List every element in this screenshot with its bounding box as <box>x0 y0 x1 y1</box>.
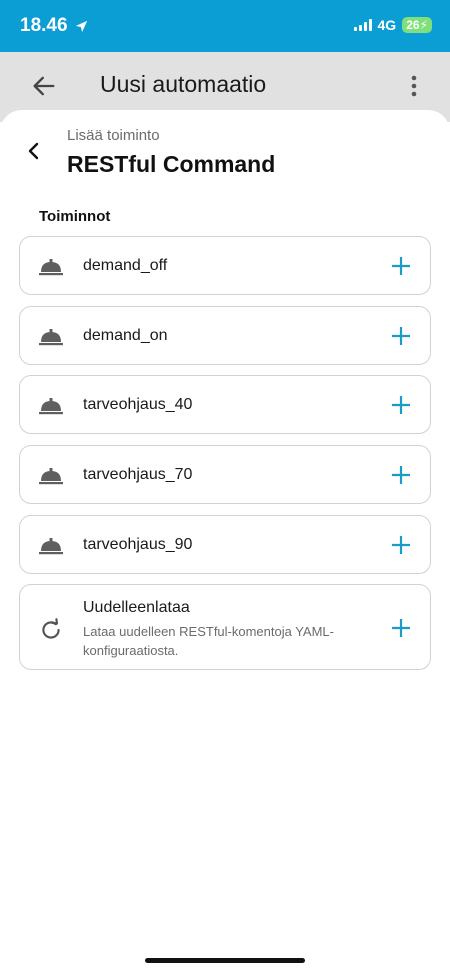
plus-icon[interactable] <box>390 464 412 486</box>
chevron-left-icon[interactable] <box>24 140 44 162</box>
action-item-label: tarveohjaus_40 <box>83 396 193 413</box>
overflow-menu-icon[interactable] <box>410 74 418 98</box>
plus-icon[interactable] <box>390 255 412 277</box>
bell-icon <box>39 329 63 346</box>
action-item-description: Lataa uudelleen RESTful-komentoja YAML-k… <box>83 624 334 658</box>
action-item-tarveohjaus-70[interactable]: tarveohjaus_70 <box>19 445 431 504</box>
back-arrow-icon[interactable] <box>30 72 58 100</box>
sheet-subtitle: Lisää toiminto <box>67 127 160 144</box>
network-type: 4G <box>377 17 397 33</box>
battery-icon: 26⚡ <box>402 17 432 33</box>
section-label: Toiminnot <box>39 208 111 225</box>
plus-icon[interactable] <box>390 394 412 416</box>
sheet-title: RESTful Command <box>67 151 276 177</box>
status-time: 18.46 <box>20 15 68 36</box>
app-bar-title: Uusi automaatio <box>100 71 267 97</box>
status-indicators: 4G 26⚡ <box>353 17 432 33</box>
home-indicator[interactable] <box>145 958 305 963</box>
action-item-tarveohjaus-90[interactable]: tarveohjaus_90 <box>19 515 431 574</box>
action-item-reload[interactable]: Uudelleenlataa Lataa uudelleen RESTful-k… <box>19 584 431 670</box>
plus-icon[interactable] <box>390 325 412 347</box>
status-time-group: 18.46 <box>20 15 89 37</box>
action-item-label: tarveohjaus_90 <box>83 536 193 553</box>
add-action-sheet: Lisää toiminto RESTful Command Toiminnot… <box>0 110 450 973</box>
action-item-label: demand_on <box>83 327 168 344</box>
battery-level: 26 <box>406 18 420 32</box>
location-arrow-icon <box>75 20 87 32</box>
bell-icon <box>39 538 63 555</box>
action-item-demand-off[interactable]: demand_off <box>19 236 431 295</box>
action-item-tarveohjaus-40[interactable]: tarveohjaus_40 <box>19 375 431 434</box>
action-item-label: tarveohjaus_70 <box>83 466 193 483</box>
status-bar: 18.46 4G 26⚡ <box>0 0 450 52</box>
signal-icon <box>353 19 372 31</box>
reload-icon <box>42 618 60 639</box>
plus-icon[interactable] <box>390 534 412 556</box>
action-item-demand-on[interactable]: demand_on <box>19 306 431 365</box>
action-item-label: demand_off <box>83 257 168 274</box>
action-item-label: Uudelleenlataa <box>83 599 190 616</box>
bell-icon <box>39 398 63 415</box>
plus-icon[interactable] <box>390 617 412 639</box>
bell-icon <box>39 259 63 276</box>
bell-icon <box>39 468 63 485</box>
